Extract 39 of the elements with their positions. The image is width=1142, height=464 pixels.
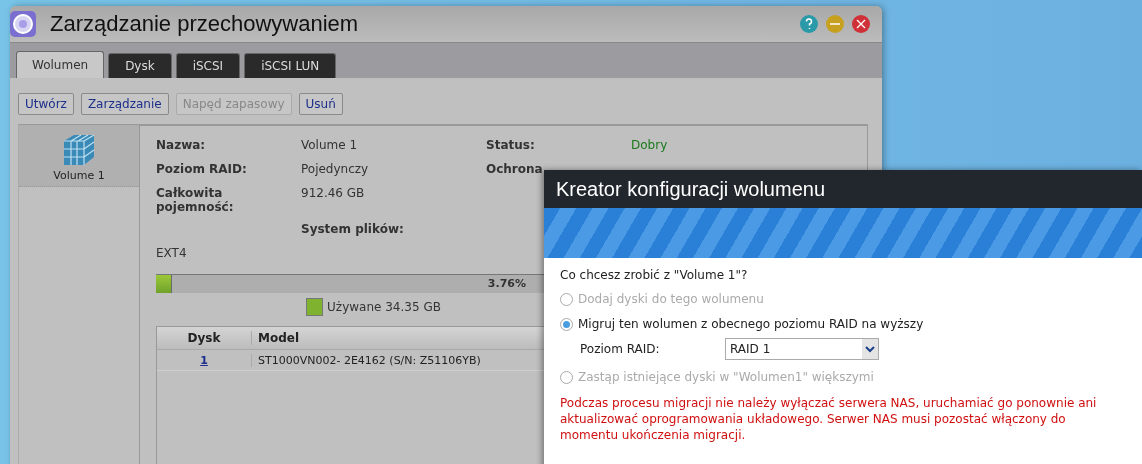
window-title: Zarządzanie przechowywaniem	[50, 11, 360, 37]
help-icon[interactable]	[800, 15, 818, 33]
table-cell-text: ST1000VN002- 2E4162 (S/N: Z51106YB)	[257, 353, 482, 367]
field-label: Poziom RAID:	[156, 162, 248, 178]
legend-label: Używane 34.35 GB	[327, 300, 441, 314]
field-label: System plików:	[301, 222, 405, 238]
minimize-icon[interactable]	[826, 15, 844, 33]
field-value: 912.46 GB	[301, 186, 366, 202]
disk-link[interactable]: 1	[200, 353, 208, 367]
field-label: Ochrona	[486, 162, 544, 178]
radio-option[interactable]: Migruj ten wolumen z obecnego poziomu RAID na wyższy	[560, 317, 1126, 331]
toolbar-button[interactable]: Usuń	[298, 93, 343, 115]
toolbar-button[interactable]: Zarządzanie	[80, 93, 169, 115]
field-label: Status:	[486, 138, 536, 154]
usage-percent: 3.76%	[487, 277, 526, 290]
tab[interactable]: iSCSI LUN	[244, 53, 337, 78]
toolbar-button[interactable]: Utwórz	[18, 93, 74, 115]
legend-swatch	[306, 298, 324, 316]
field-value: EXT4	[156, 246, 188, 262]
field-label: Poziom RAID:	[580, 342, 661, 356]
caret-icon	[862, 339, 878, 359]
warning-text: Podczas procesu migracji nie należy wyłączać serwera NAS, uruchamiać go ponownie ani aktualizować oprogramowania układowego. Serwer NAS musi pozostać włączony do momentu ukończenia migracji.	[560, 395, 1098, 443]
field-label: Nazwa:	[156, 138, 207, 154]
question-text: Co chcesz zrobić z "Volume 1"?	[560, 268, 749, 282]
close-icon[interactable]	[852, 15, 870, 33]
tab[interactable]: Wolumen	[16, 51, 105, 78]
radio-button[interactable]	[560, 317, 573, 331]
status-value: Dobry	[631, 138, 669, 154]
tab[interactable]: Dysk	[108, 53, 172, 78]
volume-item[interactable]: Volume 1	[19, 125, 139, 187]
app-icon	[10, 11, 36, 37]
dialog-title: Kreator konfiguracji wolumenu	[544, 170, 1142, 208]
tab[interactable]: iSCSI	[175, 53, 241, 78]
field-label: Całkowita pojemność:	[156, 186, 235, 214]
raid-level-dropdown[interactable]: RAID 1	[725, 338, 879, 360]
field-value: Volume 1	[301, 138, 359, 154]
field-value: Pojedynczy	[301, 162, 370, 178]
column-header: Model	[257, 331, 301, 345]
column-header: Dysk	[157, 331, 252, 345]
